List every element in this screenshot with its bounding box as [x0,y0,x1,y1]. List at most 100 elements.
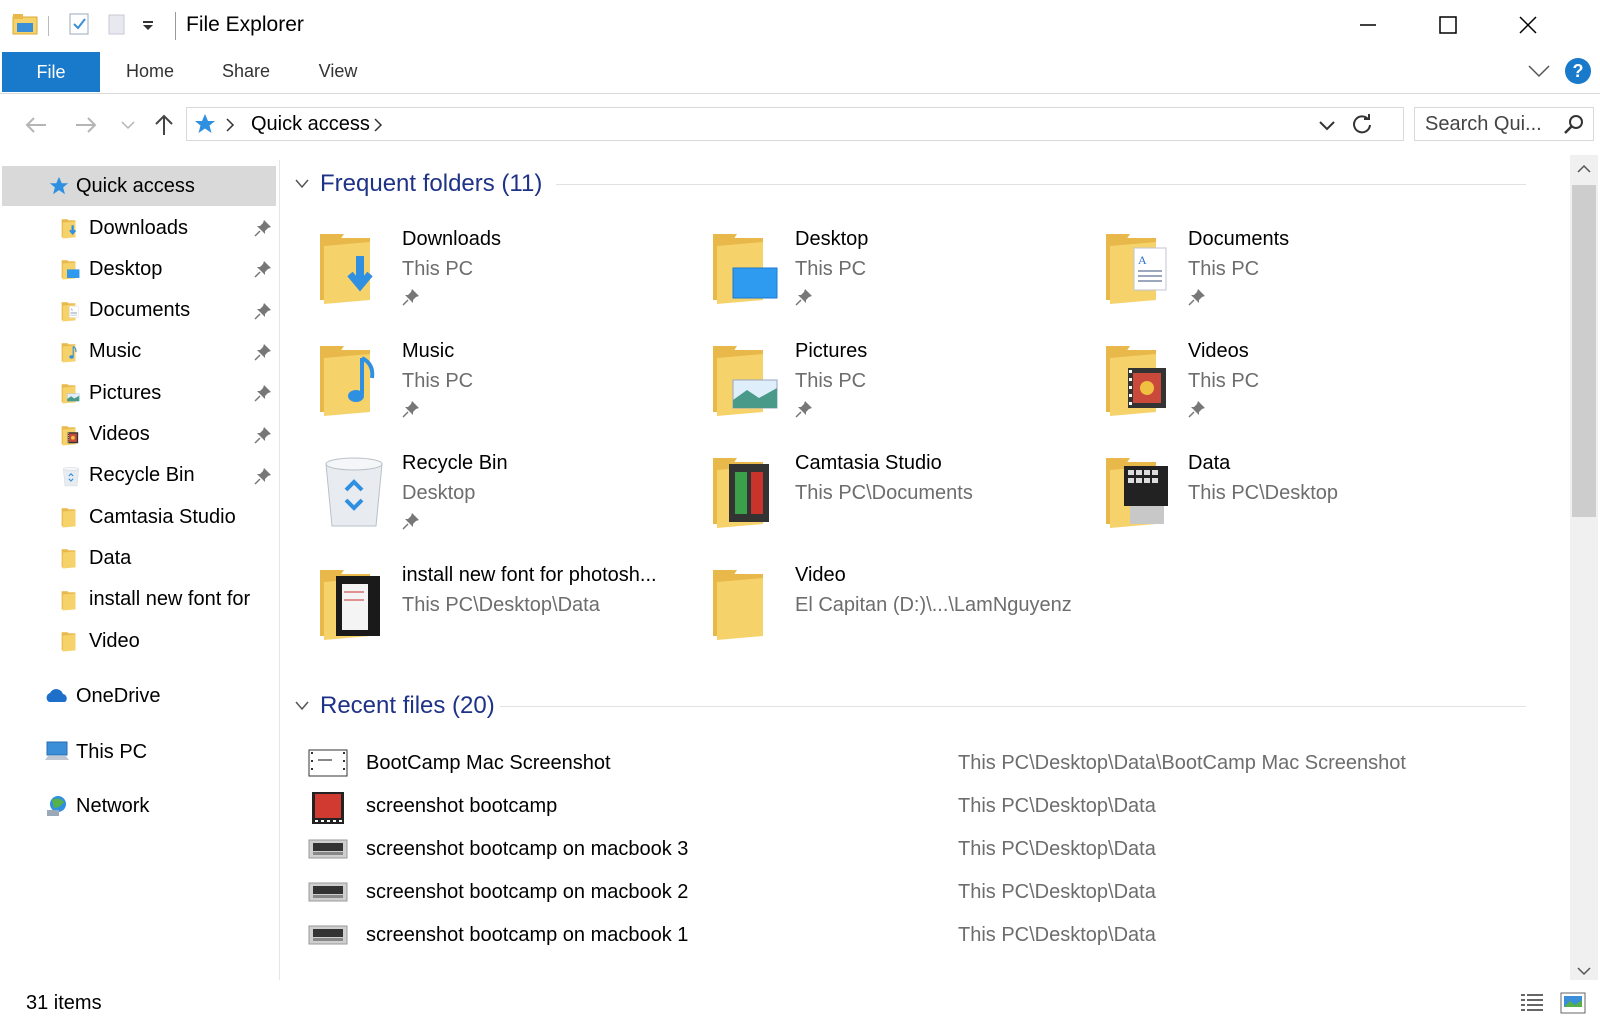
file-name: screenshot bootcamp on macbook 2 [366,881,689,903]
pictures-folder-icon [707,338,787,418]
scroll-up-icon[interactable] [1577,161,1591,179]
image-file-icon [308,877,348,911]
vertical-scrollbar[interactable] [1570,155,1598,980]
frequent-folder-tile[interactable]: Recycle Bin Desktop [314,450,704,560]
sidebar-item-network[interactable]: Network [2,786,276,826]
frequent-folder-tile[interactable]: Pictures This PC [707,338,1097,448]
sidebar-item-music[interactable]: Music [2,332,276,372]
refresh-icon[interactable] [1351,113,1373,140]
frequent-folder-tile[interactable]: Video El Capitan (D:)\...\LamNguyenz [707,562,1097,672]
breadcrumb-chevron-icon[interactable] [373,118,383,137]
search-icon[interactable] [1563,113,1585,140]
frequent-folders-header[interactable]: Frequent folders (11) [294,170,542,198]
forward-button[interactable] [68,107,104,143]
tab-file[interactable]: File [2,52,100,92]
recent-file-row[interactable]: BootCamp Mac Screenshot This PC\Desktop\D… [308,744,1548,786]
back-button[interactable] [18,107,54,143]
group-divider [500,706,1526,707]
scrollbar-thumb[interactable] [1572,185,1596,517]
frequent-folder-tile[interactable]: Data This PC\Desktop [1100,450,1490,560]
folder-name: Downloads [402,228,501,250]
sidebar-item-install-new-font-for[interactable]: install new font for [2,580,276,620]
help-button[interactable]: ? [1565,58,1591,84]
new-folder-icon[interactable] [106,12,128,41]
sidebar-item-quick-access[interactable]: Quick access [2,166,276,206]
frequent-folder-tile[interactable]: Music This PC [314,338,704,448]
music-folder-icon [314,338,394,418]
folder-name: Video [795,564,846,586]
folder-location: This PC\Desktop\Data [402,594,600,616]
folder-location: Desktop [402,482,476,504]
recent-file-row[interactable]: screenshot bootcamp This PC\Desktop\Data [308,787,1548,829]
computer-icon [44,740,69,762]
minimize-icon [1360,24,1376,26]
sidebar-item-camtasia-studio[interactable]: Camtasia Studio [2,497,276,537]
frequent-folder-tile[interactable]: Desktop This PC [707,226,1097,336]
scroll-down-icon[interactable] [1577,963,1591,981]
breadcrumb-quick-access[interactable]: Quick access [251,113,370,136]
large-icons-view-icon[interactable] [1560,992,1586,1019]
folder-location: This PC [402,258,474,280]
maximize-button[interactable] [1408,0,1488,50]
pictures-folder-icon [60,381,82,404]
minimize-button[interactable] [1328,0,1408,50]
up-arrow-icon [155,114,173,135]
breadcrumb-chevron-icon[interactable] [225,118,235,137]
tab-view[interactable]: View [298,50,378,93]
search-input[interactable]: Search Qui... [1425,113,1542,136]
close-button[interactable] [1488,0,1568,50]
folder-location: This PC [402,370,474,392]
address-row: Quick access Search Qui... [0,95,1600,155]
sidebar-item-label: Videos [89,423,150,445]
frequent-folder-tile[interactable]: Videos This PC [1100,338,1490,448]
search-box[interactable]: Search Qui... [1414,107,1594,141]
properties-icon[interactable] [68,12,90,41]
file-location: This PC\Desktop\Data [958,838,1156,860]
image-file-icon [308,791,348,825]
forward-arrow-icon [76,117,97,133]
expand-ribbon-icon[interactable] [1528,64,1550,83]
image-file-icon [308,748,348,782]
up-button[interactable] [146,107,182,143]
customize-qat-icon[interactable] [142,18,154,36]
recycle-bin-icon [314,450,394,530]
svg-text:A: A [1138,253,1147,267]
close-icon [1519,16,1537,34]
file-name: screenshot bootcamp on macbook 3 [366,838,689,860]
downloads-folder-icon [314,226,394,306]
folder-location: This PC [1188,370,1260,392]
frequent-folder-tile[interactable]: A Documents This PC [1100,226,1490,336]
recent-locations-button[interactable] [110,107,146,143]
sidebar-item-documents[interactable]: A Documents [2,291,276,331]
collapse-chevron-icon [295,179,309,189]
recent-file-row[interactable]: screenshot bootcamp on macbook 1 This PC\… [308,916,1548,958]
frequent-folder-tile[interactable]: Camtasia Studio This PC\Documents [707,450,1097,560]
file-explorer-icon[interactable] [12,12,38,41]
sidebar-item-recycle-bin[interactable]: Recycle Bin [2,456,276,496]
sidebar-item-this-pc[interactable]: This PC [2,732,276,772]
sidebar-item-videos[interactable]: Videos [2,415,276,455]
tab-share[interactable]: Share [206,50,286,93]
sidebar-item-onedrive[interactable]: OneDrive [2,676,276,716]
frequent-folder-tile[interactable]: Downloads This PC [314,226,704,336]
recent-file-row[interactable]: screenshot bootcamp on macbook 2 This PC\… [308,873,1548,915]
sidebar-item-video[interactable]: Video [2,621,276,661]
sidebar-item-pictures[interactable]: Pictures [2,373,276,413]
pin-icon [402,400,420,423]
details-view-icon[interactable] [1520,992,1544,1019]
address-history-dropdown-icon[interactable] [1319,119,1335,137]
sidebar-item-desktop[interactable]: Desktop [2,249,276,289]
folder-location: This PC [1188,258,1260,280]
recent-file-row[interactable]: screenshot bootcamp on macbook 3 This PC\… [308,830,1548,872]
pin-icon [402,512,420,535]
sidebar-item-label: OneDrive [76,684,161,707]
frequent-folder-tile[interactable]: install new font for photosh... This PC\D… [314,562,704,672]
music-folder-icon [60,340,82,363]
sidebar-item-downloads[interactable]: Downloads [2,208,276,248]
quick-access-star-icon [48,175,70,197]
sidebar-item-data[interactable]: Data [2,538,276,578]
folder-location: This PC\Desktop [1188,482,1339,504]
tab-home[interactable]: Home [110,50,190,93]
address-bar[interactable]: Quick access [186,107,1404,141]
recent-files-header[interactable]: Recent files (20) [294,692,495,720]
